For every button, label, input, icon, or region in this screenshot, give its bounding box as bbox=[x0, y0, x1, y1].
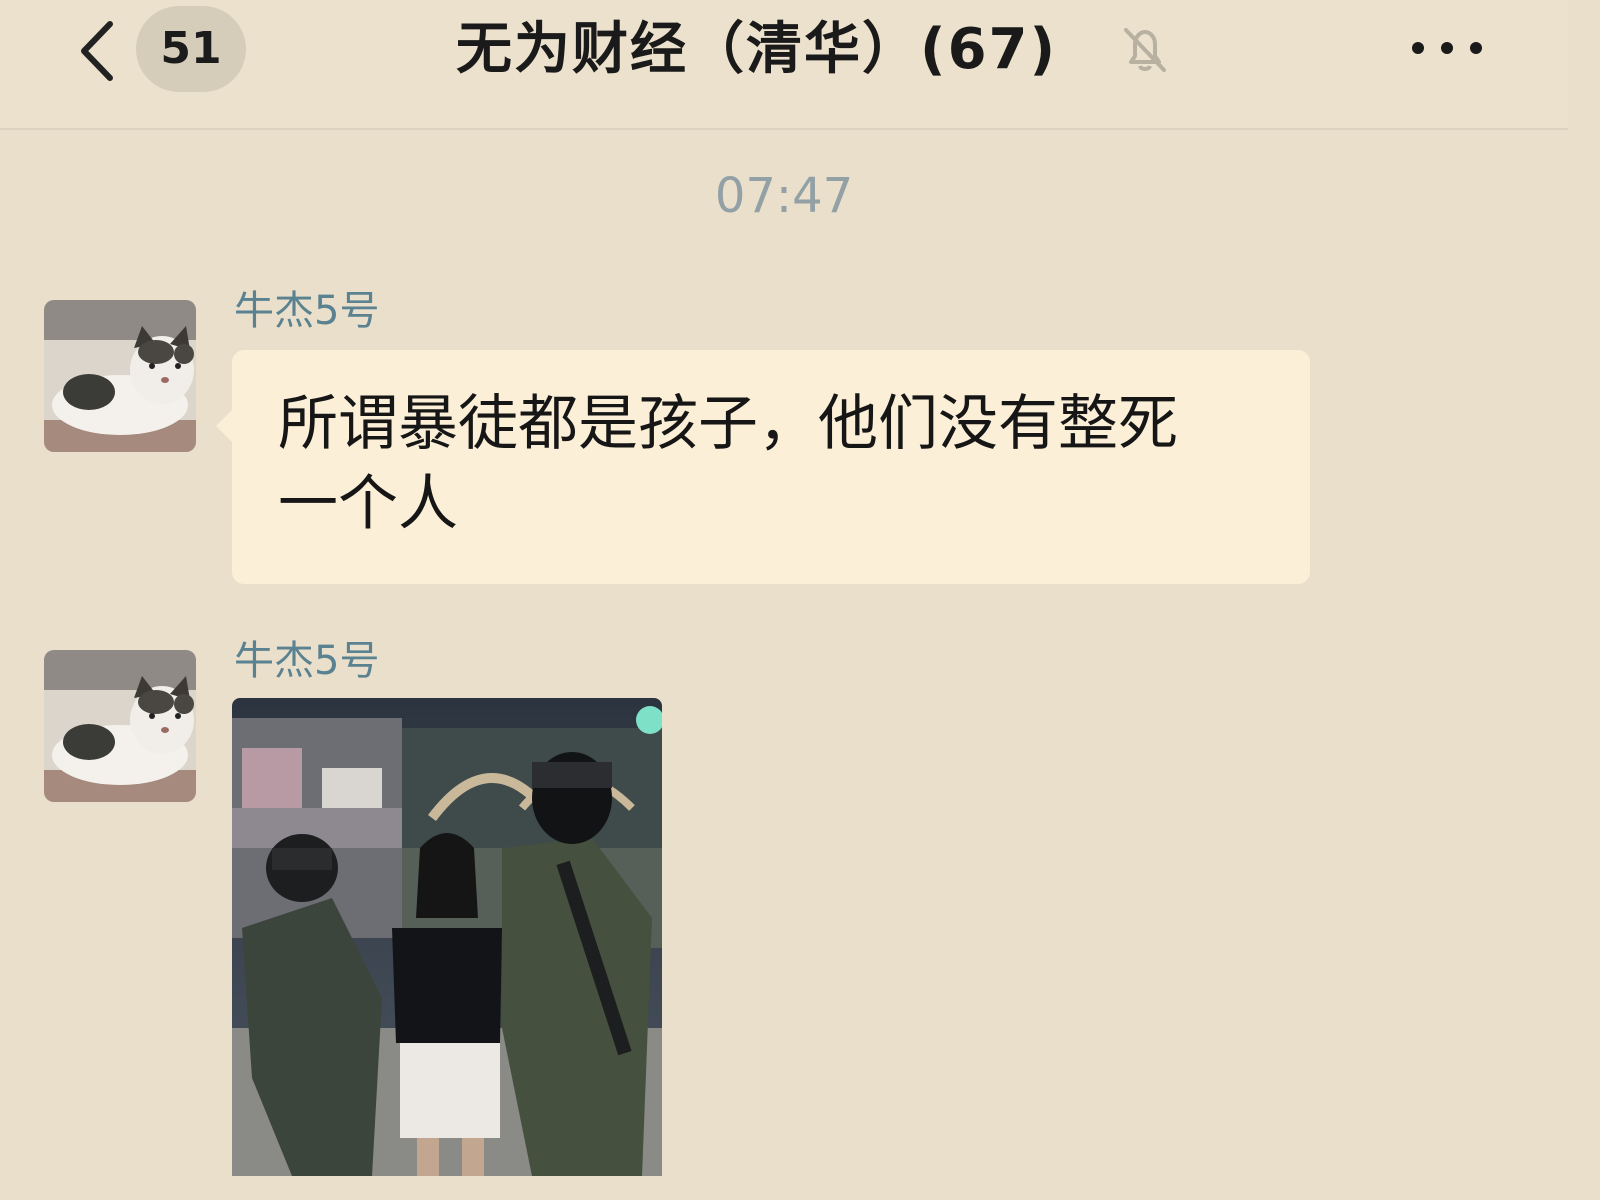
cat-avatar-image bbox=[44, 300, 196, 452]
more-dots-icon bbox=[1412, 42, 1482, 54]
bell-off-icon bbox=[1118, 22, 1172, 76]
chevron-left-icon bbox=[81, 21, 113, 81]
message-text-line: 一个人 bbox=[278, 469, 458, 539]
avatar[interactable] bbox=[44, 300, 196, 452]
cat-avatar-image bbox=[44, 650, 196, 802]
sender-name: 牛杰5号 bbox=[234, 638, 380, 684]
message-text-line: 所谓暴徒都是孩子，他们没有整死 bbox=[278, 389, 1178, 459]
photo-message-image bbox=[232, 698, 662, 1176]
unread-count-badge[interactable]: 51 bbox=[136, 6, 246, 92]
sender-name: 牛杰5号 bbox=[234, 288, 380, 334]
avatar[interactable] bbox=[44, 650, 196, 802]
image-message[interactable] bbox=[232, 698, 662, 1176]
back-button[interactable] bbox=[70, 16, 126, 86]
chat-header: 51 无为财经（清华）(67) bbox=[0, 0, 1568, 130]
message-timestamp: 07:47 bbox=[714, 168, 854, 224]
text-message-bubble[interactable]: 所谓暴徒都是孩子，他们没有整死 一个人 bbox=[216, 350, 1310, 584]
chat-title: 无为财经（清华）(67) bbox=[456, 17, 1058, 82]
more-options-button[interactable] bbox=[1408, 26, 1488, 70]
